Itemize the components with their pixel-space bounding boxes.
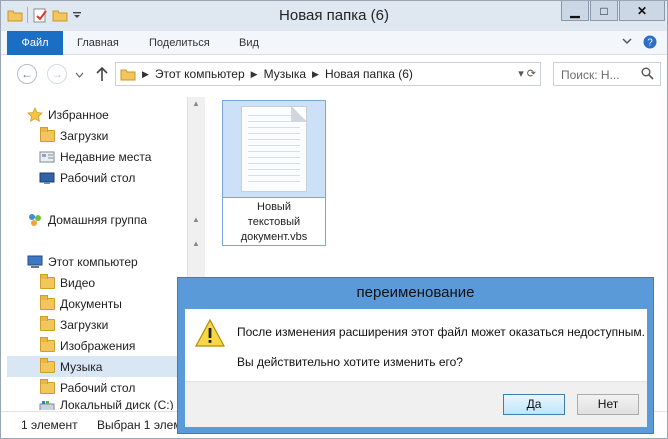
homegroup-icon — [27, 212, 43, 228]
ribbon-tabs: Файл Главная Поделиться Вид ? — [1, 31, 667, 55]
address-dropdown-icon[interactable]: ▾ ⟳ — [518, 67, 536, 80]
close-button[interactable]: ✕ — [619, 1, 665, 21]
maximize-icon: □ — [600, 3, 608, 18]
search-placeholder: Поиск: Н... — [561, 68, 620, 82]
item-count: 1 элемент — [21, 418, 78, 432]
tab-view[interactable]: Вид — [239, 31, 259, 55]
breadcrumb-separator-icon[interactable]: ▶ — [251, 69, 258, 80]
dialog-question: Вы действительно хотите изменить его? — [237, 355, 463, 369]
scroll-marker-icon: ▲ — [192, 239, 200, 248]
file-name-line: Новый — [257, 201, 291, 213]
file-name-line: текстовый — [247, 216, 301, 228]
warning-icon — [195, 319, 225, 347]
computer-icon — [27, 254, 43, 270]
close-icon: ✕ — [636, 3, 648, 18]
nav-item-this-pc[interactable]: Этот компьютер — [27, 251, 203, 272]
back-arrow-icon: ← — [21, 67, 33, 81]
recent-places-icon — [39, 149, 55, 165]
folder-icon — [39, 273, 55, 291]
nav-item-homegroup[interactable]: Домашняя группа — [27, 209, 203, 230]
rename-dialog: переименование После изменения расширени… — [177, 277, 654, 434]
recent-locations-icon[interactable] — [75, 72, 84, 78]
folder-icon — [120, 69, 136, 81]
forward-arrow-icon: → — [51, 67, 63, 81]
file-name-line: документ.vbs — [240, 231, 308, 243]
dialog-title: переименование — [356, 284, 475, 301]
downloads-folder-icon — [39, 126, 55, 144]
dialog-footer: Да Нет — [185, 381, 647, 427]
nav-item-favorites[interactable]: Избранное — [27, 104, 203, 125]
folder-icon — [39, 294, 55, 312]
breadcrumb-separator-icon[interactable]: ▶ — [142, 69, 149, 80]
navigation-pane: Избранное Загрузки Недавние места Рабочи… — [7, 97, 185, 410]
ribbon-controls: ? — [621, 35, 657, 49]
tab-file[interactable]: Файл — [7, 31, 63, 55]
caption-buttons: ▁ □ ✕ — [561, 1, 665, 21]
music-folder-icon — [39, 357, 55, 375]
star-icon — [27, 106, 43, 123]
text-document-icon — [241, 106, 307, 192]
title-bar: Новая папка (6) ▁ □ ✕ — [1, 1, 667, 31]
up-arrow-icon[interactable] — [95, 66, 109, 82]
minimize-icon: ▁ — [570, 3, 580, 18]
folder-icon — [39, 336, 55, 354]
desktop-icon — [39, 170, 55, 186]
scroll-up-icon[interactable]: ▲ — [192, 99, 200, 108]
forward-button[interactable]: → — [47, 64, 67, 84]
nav-item-music[interactable]: Музыка — [7, 356, 185, 377]
file-name-editor[interactable]: Новый текстовый документ.vbs — [223, 197, 325, 245]
file-item[interactable]: Новый текстовый документ.vbs — [222, 100, 326, 246]
maximize-button[interactable]: □ — [590, 1, 618, 21]
no-button[interactable]: Нет — [577, 394, 639, 415]
tab-share[interactable]: Поделиться — [149, 31, 210, 55]
back-button[interactable]: ← — [17, 64, 37, 84]
drive-icon — [39, 398, 55, 410]
address-bar[interactable]: ▶ Этот компьютер ▶ Музыка ▶ Новая папка … — [115, 62, 541, 86]
breadcrumb-separator-icon[interactable]: ▶ — [312, 69, 319, 80]
ribbon-expand-icon[interactable] — [621, 35, 633, 47]
search-input[interactable]: Поиск: Н... — [553, 62, 661, 86]
breadcrumb-current-folder[interactable]: Новая папка (6) — [325, 67, 413, 81]
breadcrumb-music[interactable]: Музыка — [264, 67, 306, 81]
help-icon[interactable]: ? — [643, 35, 657, 49]
dialog-message: После изменения расширения этот файл мож… — [237, 325, 645, 339]
dialog-body: После изменения расширения этот файл мож… — [185, 309, 647, 427]
folder-icon — [39, 378, 55, 396]
svg-text:?: ? — [647, 38, 653, 49]
selection-count: Выбран 1 элем — [97, 418, 182, 432]
scroll-marker-icon: ▲ — [192, 215, 200, 224]
search-icon[interactable] — [641, 67, 654, 80]
downloads-folder-icon — [39, 315, 55, 333]
address-row: ← → ▶ Этот компьютер ▶ Музыка ▶ Новая па… — [1, 56, 667, 92]
breadcrumb-this-pc[interactable]: Этот компьютер — [155, 67, 245, 81]
tab-home[interactable]: Главная — [77, 31, 119, 55]
yes-button[interactable]: Да — [503, 394, 565, 415]
minimize-button[interactable]: ▁ — [561, 1, 589, 21]
